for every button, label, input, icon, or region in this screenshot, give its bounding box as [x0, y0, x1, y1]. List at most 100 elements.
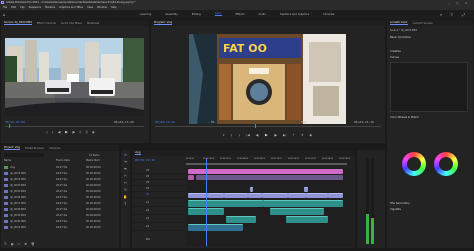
mark-out-icon[interactable]: } — [52, 130, 54, 134]
workspace-assembly[interactable]: Assembly — [165, 13, 178, 16]
menu-clip[interactable]: Clip — [20, 6, 25, 9]
section-basic-correction[interactable]: Basic Correction — [390, 36, 411, 39]
workspace-learning[interactable]: Learning — [140, 13, 151, 16]
mark-out-icon[interactable]: } — [238, 133, 240, 137]
play-icon[interactable]: ▶ — [265, 133, 268, 137]
section-color-wheels[interactable]: Color Wheels & Match — [390, 116, 419, 119]
video-clip[interactable] — [288, 192, 306, 198]
work-area-bar[interactable] — [186, 163, 347, 165]
menu-help[interactable]: Help — [111, 6, 117, 9]
tab-metadata[interactable]: Metadata — [87, 22, 99, 25]
type-tool-icon[interactable]: T — [124, 202, 126, 206]
tab-libraries[interactable]: Libraries — [49, 147, 60, 150]
fullscreen-icon[interactable]: ⤢ — [462, 12, 465, 17]
lift-icon[interactable]: ⇡ — [292, 133, 295, 137]
audio-clip[interactable] — [270, 207, 324, 215]
overwrite-icon[interactable]: ⎗ — [86, 130, 88, 134]
audio-clip[interactable] — [263, 199, 343, 207]
video-clip[interactable] — [306, 192, 328, 198]
video-clip[interactable] — [304, 186, 308, 192]
step-forward-icon[interactable]: |▶ — [274, 133, 277, 137]
track-select-icon[interactable]: ⇥ — [124, 160, 127, 164]
ripple-edit-icon[interactable]: ⇹ — [124, 167, 127, 171]
program-fit-select[interactable]: Fit — [211, 120, 215, 124]
curves-box[interactable] — [390, 62, 468, 112]
step-forward-icon[interactable]: |▶ — [72, 130, 75, 134]
section-hsl-secondary[interactable]: HSL Secondary — [390, 202, 410, 205]
source-playhead[interactable] — [9, 124, 10, 128]
mark-in-icon[interactable]: { — [231, 133, 233, 137]
program-scrubber[interactable] — [155, 126, 381, 127]
menu-view[interactable]: View — [87, 6, 93, 9]
go-to-in-icon[interactable]: |◀ — [246, 133, 249, 137]
workspace-effects[interactable]: Effects — [236, 13, 245, 16]
close-icon[interactable]: × — [465, 1, 468, 5]
video-clip[interactable] — [188, 192, 208, 198]
selection-tool-icon[interactable]: ➤ — [124, 153, 127, 157]
tab-program[interactable]: Program: vlog — [154, 21, 173, 25]
menu-edit[interactable]: Edit — [11, 6, 16, 9]
audio-clip[interactable] — [226, 215, 256, 223]
menu-markers[interactable]: Markers — [45, 6, 55, 9]
column-frame-rate[interactable]: Frame Rate — [56, 159, 84, 162]
video-clip[interactable] — [250, 186, 253, 192]
camera-icon[interactable]: ◉ — [309, 133, 312, 137]
tab-source[interactable]: Source: dji_0032.MP4 — [4, 21, 32, 25]
share-icon[interactable]: ⇪ — [450, 12, 453, 17]
play-icon[interactable]: ▶ — [65, 130, 68, 134]
menu-file[interactable]: File — [3, 6, 7, 9]
camera-icon[interactable]: ◉ — [92, 130, 95, 134]
column-name[interactable]: Name — [4, 159, 54, 162]
tab-lumetri-scopes[interactable]: Lumetri Scopes — [413, 22, 433, 25]
timeline-playhead[interactable] — [206, 158, 207, 246]
track-header-a1[interactable]: A1 — [132, 199, 186, 207]
video-clip[interactable] — [262, 192, 288, 198]
new-item-icon[interactable]: ✚ — [24, 242, 27, 246]
section-curves[interactable]: Curves — [390, 56, 399, 59]
program-quality-select[interactable]: Full — [301, 120, 306, 124]
video-clip[interactable] — [224, 192, 248, 198]
slip-tool-icon[interactable]: ↔ — [124, 181, 127, 185]
home-icon[interactable]: ⌂ — [3, 12, 6, 17]
video-clip[interactable] — [208, 192, 224, 198]
track-header-v1[interactable]: V1 — [132, 192, 186, 198]
adjustment-clip[interactable] — [196, 174, 343, 180]
tab-lumetri-color[interactable]: Lumetri Color — [390, 21, 408, 25]
source-timecode-current[interactable]: 00;00;00;00 — [5, 120, 25, 124]
tab-audio-clip-mixer[interactable]: Audio Clip Mixer — [61, 22, 82, 25]
program-timecode-current[interactable]: 00;00;19;16 — [155, 120, 175, 124]
video-clip[interactable] — [328, 192, 343, 198]
section-vignette[interactable]: Vignette — [390, 208, 401, 211]
program-playhead[interactable] — [255, 124, 256, 128]
insert-icon[interactable]: ⎘ — [79, 130, 81, 134]
list-item[interactable]: dji_0041.MP4 29.97 fps 00;00;00;00 — [4, 224, 116, 230]
timeline-tracks[interactable] — [186, 158, 353, 246]
timeline-timecode[interactable]: 00;00;19;16 — [135, 158, 155, 162]
menu-window[interactable]: Window — [97, 6, 107, 9]
menu-graphics[interactable]: Graphics and Titles — [59, 6, 83, 9]
mark-in-icon[interactable]: { — [46, 130, 48, 134]
workspace-color[interactable]: Color — [214, 12, 222, 16]
track-header-a2[interactable]: A2 — [132, 207, 186, 215]
audio-clip[interactable] — [188, 223, 243, 231]
section-creative[interactable]: Creative — [390, 50, 401, 53]
graphic-clip[interactable] — [188, 168, 343, 174]
step-back-icon[interactable]: ◀| — [256, 133, 259, 137]
tab-media-browser[interactable]: Media Browser — [25, 147, 44, 150]
tab-sequence[interactable]: vlog — [135, 151, 141, 155]
extract-icon[interactable]: ⇞ — [301, 133, 304, 137]
column-media-start[interactable]: Media Start — [86, 159, 100, 162]
timeline-ruler[interactable]: 00;00;00 00;00;16;00 00;00;32;00 00;00;4… — [186, 158, 353, 166]
video-clip[interactable] — [248, 192, 262, 198]
audio-clip[interactable] — [286, 215, 328, 223]
workspace-libraries[interactable]: Libraries — [323, 13, 334, 16]
new-bin-icon[interactable]: ▭ — [18, 242, 21, 246]
marker-icon[interactable]: ▾ — [223, 133, 225, 137]
tab-effect-controls[interactable]: Effect Controls — [37, 22, 56, 25]
razor-tool-icon[interactable]: ✂ — [124, 174, 127, 178]
icon-view-icon[interactable]: ▦ — [11, 242, 14, 246]
source-scrubber[interactable] — [5, 126, 144, 127]
step-back-icon[interactable]: ◀| — [58, 130, 61, 134]
workspace-captions[interactable]: Captions and Graphics — [280, 13, 309, 16]
project-search-input[interactable] — [4, 153, 44, 157]
